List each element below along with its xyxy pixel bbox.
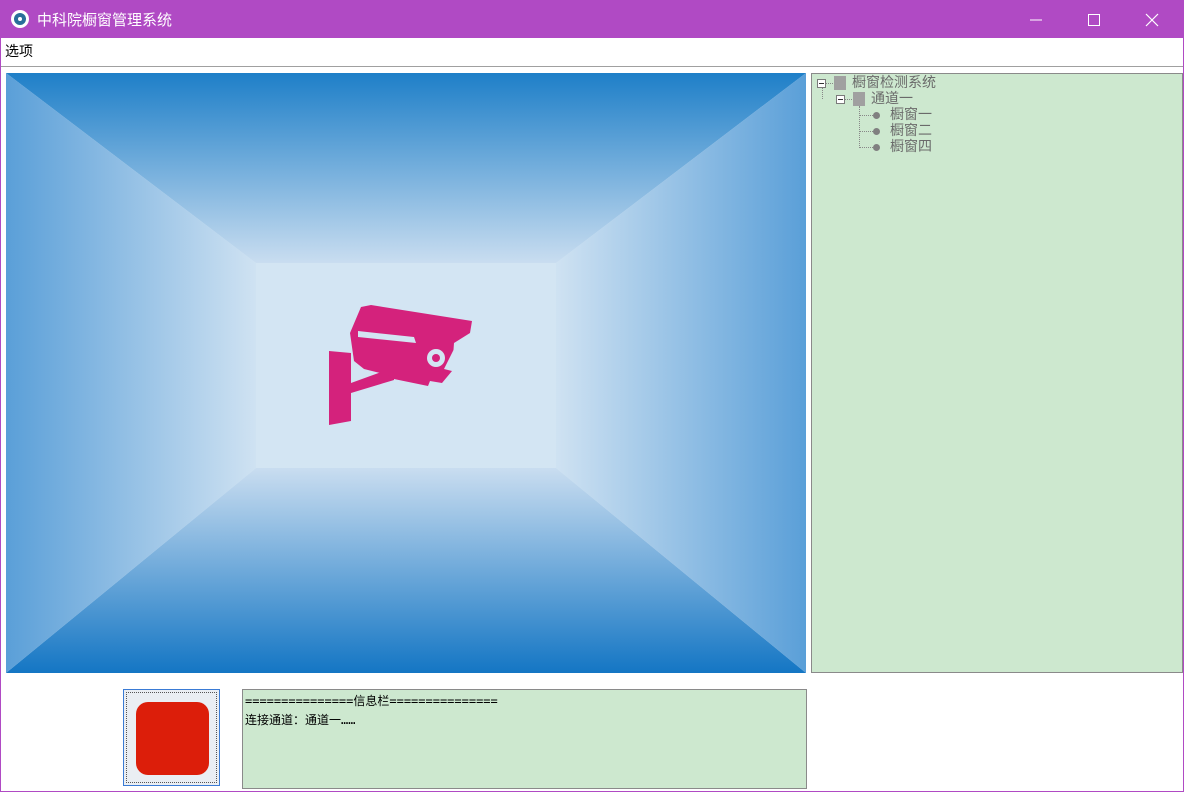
tree-node-channel[interactable]: 通道一: [871, 91, 913, 107]
tree-node-window[interactable]: 橱窗一: [890, 107, 932, 123]
device-tree: 橱窗检测系统 通道一 橱窗一 橱窗二 橱窗四: [811, 73, 1183, 673]
tree-expander-root[interactable]: [817, 79, 826, 88]
title-bar[interactable]: 中科院橱窗管理系统: [1, 1, 1183, 38]
status-indicator-button[interactable]: [123, 689, 220, 786]
tree-node-root[interactable]: 橱窗检测系统: [852, 75, 936, 91]
surveillance-camera-icon: [329, 305, 472, 425]
minimize-icon: [1030, 19, 1042, 21]
info-header: ===============信息栏===============: [245, 694, 498, 708]
leaf-icon: [873, 112, 880, 119]
status-light: [136, 702, 209, 775]
app-window: 中科院橱窗管理系统 选项 橱窗检测系统 通道一 橱窗一 橱窗二 橱窗四 ====…: [0, 0, 1184, 792]
maximize-button[interactable]: [1065, 1, 1123, 38]
menu-bar: 选项: [1, 38, 1183, 67]
maximize-icon: [1088, 14, 1100, 26]
folder-icon: [834, 76, 846, 90]
close-icon: [1145, 13, 1159, 27]
video-display[interactable]: [6, 73, 806, 673]
minimize-button[interactable]: [1007, 1, 1065, 38]
menu-options[interactable]: 选项: [5, 43, 33, 61]
close-button[interactable]: [1123, 1, 1181, 38]
tree-expander-channel[interactable]: [836, 95, 845, 104]
tree-node-window[interactable]: 橱窗二: [890, 123, 932, 139]
leaf-icon: [873, 128, 880, 135]
folder-icon: [853, 92, 865, 106]
info-panel: ===============信息栏=============== 连接通道：通…: [242, 689, 807, 789]
app-logo-icon: [11, 10, 29, 28]
window-title: 中科院橱窗管理系统: [37, 11, 173, 29]
leaf-icon: [873, 144, 880, 151]
tree-node-window[interactable]: 橱窗四: [890, 139, 932, 155]
info-message: 连接通道：通道一……: [245, 713, 356, 727]
